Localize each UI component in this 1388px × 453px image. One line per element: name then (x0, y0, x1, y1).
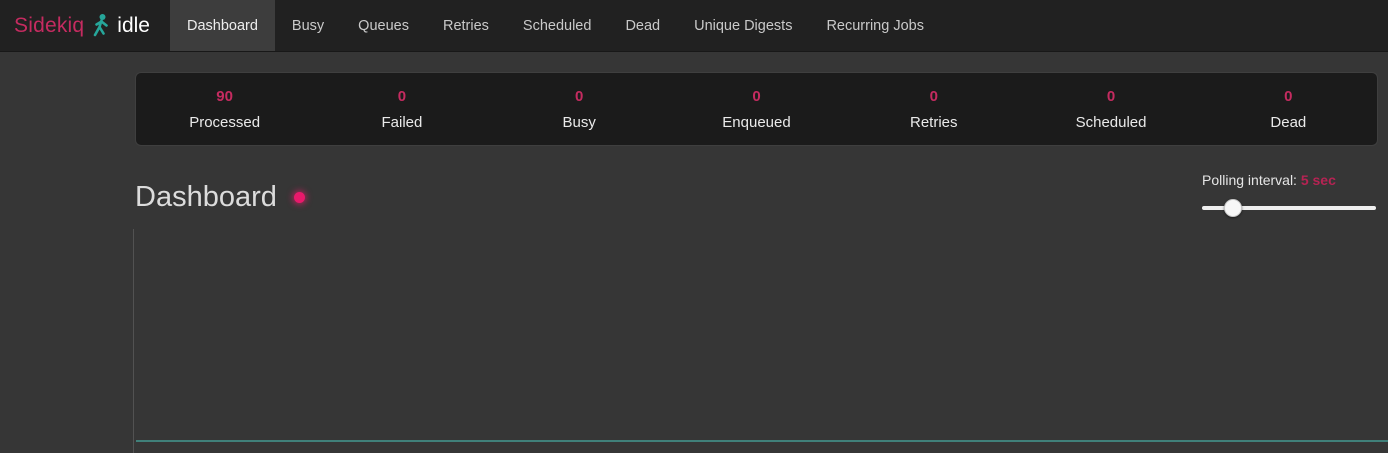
status-text: idle (117, 14, 150, 38)
nav-item-busy[interactable]: Busy (275, 0, 341, 51)
stat-enqueued: 0 Enqueued (668, 88, 845, 131)
nav-item-queues[interactable]: Queues (341, 0, 426, 51)
nav-item-dashboard[interactable]: Dashboard (170, 0, 275, 51)
top-navbar: Sidekiq idle Dashboard Busy Queues Retri… (0, 0, 1388, 52)
stat-scheduled-value: 0 (1022, 88, 1199, 105)
stat-retries-label: Retries (845, 114, 1022, 131)
page-title: Dashboard (135, 181, 277, 214)
live-beacon-indicator (294, 192, 305, 203)
stat-dead: 0 Dead (1200, 88, 1377, 131)
nav-item-dead[interactable]: Dead (608, 0, 677, 51)
nav-item-unique-digests[interactable]: Unique Digests (677, 0, 809, 51)
stat-enqueued-label: Enqueued (668, 114, 845, 131)
stat-failed: 0 Failed (313, 88, 490, 131)
sidekiq-dancer-logo-icon (91, 13, 110, 39)
stat-scheduled-label: Scheduled (1022, 114, 1199, 131)
stat-scheduled: 0 Scheduled (1022, 88, 1199, 131)
nav-tabs: Dashboard Busy Queues Retries Scheduled … (170, 0, 941, 51)
stat-enqueued-value: 0 (668, 88, 845, 105)
realtime-graph (133, 229, 1388, 453)
stat-processed: 90 Processed (136, 88, 313, 131)
stat-dead-value: 0 (1200, 88, 1377, 105)
nav-item-scheduled[interactable]: Scheduled (506, 0, 609, 51)
stat-processed-label: Processed (136, 114, 313, 131)
slider-thumb[interactable] (1224, 199, 1242, 217)
stat-busy-value: 0 (491, 88, 668, 105)
nav-item-recurring-jobs[interactable]: Recurring Jobs (809, 0, 941, 51)
polling-interval-slider[interactable] (1202, 199, 1376, 217)
brand-name: Sidekiq (14, 14, 84, 38)
page-header: Dashboard (135, 181, 305, 214)
polling-interval-label: Polling interval: (1202, 172, 1297, 188)
stat-processed-value: 90 (136, 88, 313, 105)
stats-summary-bar: 90 Processed 0 Failed 0 Busy 0 Enqueued … (135, 72, 1378, 146)
stat-failed-value: 0 (313, 88, 490, 105)
stat-dead-label: Dead (1200, 114, 1377, 131)
polling-interval-control: Polling interval: 5 sec (1202, 172, 1378, 217)
stat-busy: 0 Busy (491, 88, 668, 131)
stat-busy-label: Busy (491, 114, 668, 131)
polling-interval-value: 5 sec (1301, 172, 1336, 188)
graph-zero-baseline (136, 440, 1388, 442)
stat-retries-value: 0 (845, 88, 1022, 105)
polling-interval-text: Polling interval: 5 sec (1202, 172, 1378, 188)
brand[interactable]: Sidekiq idle (0, 0, 164, 51)
nav-item-retries[interactable]: Retries (426, 0, 506, 51)
stat-retries: 0 Retries (845, 88, 1022, 131)
sidekiq-dashboard-page: Sidekiq idle Dashboard Busy Queues Retri… (0, 0, 1388, 453)
stat-failed-label: Failed (313, 114, 490, 131)
